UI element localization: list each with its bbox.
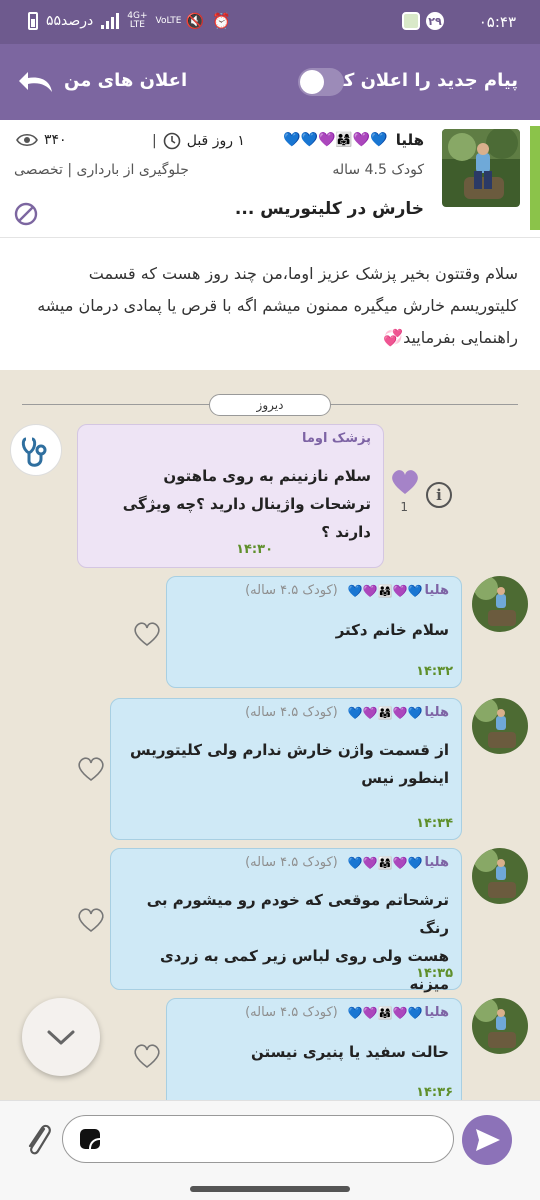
status-bar: ۰۵:۴۳ ۲۹ ۵۵درصد 4G+ LTE VoLTE 🔇 ⏰ xyxy=(0,0,540,44)
battery-text: ۵۵درصد xyxy=(46,13,94,29)
network-indicator: 4G+ LTE xyxy=(127,11,148,30)
system-nav-bar xyxy=(0,1180,540,1200)
user-message-bubble[interactable]: هلیا 💙💜👨‍👩‍👧💜💙 (کودک ۴.۵ ساله) سلام خانم… xyxy=(166,576,462,688)
stethoscope-icon xyxy=(21,437,47,467)
question-category: جلوگیری از بارداری | تخصصی xyxy=(14,162,189,178)
question-title: خارش در کلیتوریس ... xyxy=(234,199,424,219)
app-header: پیام جدید را اعلان کن اعلان های من xyxy=(0,44,540,120)
heart-icon[interactable] xyxy=(76,755,106,783)
question-time: ۱ روز قبل | xyxy=(152,132,245,150)
user-message-bubble[interactable]: هلیا 💙💜👨‍👩‍👧💜💙 (کودک ۴.۵ ساله) از قسمت و… xyxy=(110,698,462,840)
signal-icon xyxy=(101,13,120,29)
sender-line: هلیا 💙💜👨‍👩‍👧💜💙 (کودک ۴.۵ ساله) xyxy=(245,855,449,870)
notification-count-badge: ۲۹ xyxy=(426,12,444,30)
volte-indicator: VoLTE xyxy=(155,15,182,26)
doctor-message-bubble[interactable]: پزشک اوما سلام نازنینم به روی ماهتون ترش… xyxy=(77,424,384,568)
status-time: ۰۵:۴۳ xyxy=(478,13,516,31)
question-username: هلیا 💙💜👨‍👩‍👧💜💙💙 xyxy=(283,131,424,149)
notify-toggle[interactable] xyxy=(298,68,344,96)
user-message-bubble[interactable]: هلیا 💙💜👨‍👩‍👧💜💙 (کودک ۴.۵ ساله) حالت سفید… xyxy=(166,998,462,1100)
message-text: ترشحاتم موقعی که خودم رو میشورم بی رنگ xyxy=(146,891,449,937)
message-time: ۱۴:۳۶ xyxy=(416,1085,453,1100)
my-notifications-link[interactable]: اعلان های من xyxy=(64,70,187,91)
message-text: از قسمت واژن خارش ندارم ولی کلیتوریس xyxy=(130,741,449,759)
message-text: هست ولی روی لباس زیر کمی به زردی میزنه xyxy=(159,947,449,993)
user-avatar[interactable] xyxy=(472,998,528,1054)
new-message-label: پیام جدید را اعلان کن xyxy=(327,70,518,91)
sender-line: هلیا 💙💜👨‍👩‍👧💜💙 (کودک ۴.۵ ساله) xyxy=(245,1005,449,1020)
chevron-down-icon xyxy=(47,1030,75,1045)
like-count: 1 xyxy=(400,500,408,514)
scroll-down-button[interactable] xyxy=(22,998,100,1076)
message-time: ۱۴:۳۰ xyxy=(236,542,273,557)
send-button[interactable] xyxy=(462,1115,512,1165)
question-body: سلام وقتتون بخیر پزشک عزیز اوما،من چند ر… xyxy=(0,238,540,370)
sender-line: هلیا 💙💜👨‍👩‍👧💜💙 (کودک ۴.۵ ساله) xyxy=(245,705,449,720)
message-input[interactable] xyxy=(62,1115,454,1163)
message-text: حالت سفید یا پنیری نیستن xyxy=(250,1043,449,1061)
question-age: کودک 4.5 ساله xyxy=(332,162,424,178)
question-views: ۳۴۰ xyxy=(16,132,67,148)
message-time: ۱۴:۳۵ xyxy=(416,966,453,981)
doctor-avatar[interactable] xyxy=(10,424,62,476)
app-notification-icon xyxy=(402,12,420,30)
message-input-bar xyxy=(0,1100,540,1180)
date-label: دیروز xyxy=(209,394,331,416)
user-avatar[interactable] xyxy=(472,848,528,904)
sticker-icon[interactable] xyxy=(79,1128,101,1150)
message-text: اینطور نیس xyxy=(361,769,449,787)
message-text: سلام نازنینم به روی ماهتون xyxy=(163,467,371,485)
sender-line: هلیا 💙💜👨‍👩‍👧💜💙 (کودک ۴.۵ ساله) xyxy=(245,583,449,598)
block-icon[interactable] xyxy=(14,202,38,226)
clock-icon xyxy=(163,132,181,150)
paperclip-icon[interactable] xyxy=(24,1119,54,1161)
battery-icon xyxy=(28,12,38,30)
message-time: ۱۴:۳۴ xyxy=(416,816,453,831)
eye-icon xyxy=(16,133,38,147)
heart-icon[interactable] xyxy=(132,620,162,648)
info-icon[interactable]: i xyxy=(426,482,452,508)
chat-area[interactable]: دیروز پزشک اوما سلام نازنینم به روی ماهت… xyxy=(0,370,540,1100)
question-card[interactable]: هلیا 💙💜👨‍👩‍👧💜💙💙 کودک 4.5 ساله خارش در کل… xyxy=(0,120,540,238)
heart-icon[interactable] xyxy=(76,906,106,934)
send-icon xyxy=(476,1129,500,1151)
message-time: ۱۴:۳۲ xyxy=(416,664,453,679)
user-avatar[interactable] xyxy=(472,698,528,754)
message-text: سلام خانم دکتر xyxy=(335,621,449,639)
alarm-icon: ⏰ xyxy=(212,12,231,30)
user-message-bubble[interactable]: هلیا 💙💜👨‍👩‍👧💜💙 (کودک ۴.۵ ساله) ترشحاتم م… xyxy=(110,848,462,993)
message-text: ترشحات واژینال دارید ؟چه ویژگی دارند ؟ xyxy=(122,495,371,541)
heart-icon[interactable] xyxy=(132,1042,162,1070)
heart-icon[interactable] xyxy=(390,468,420,496)
status-strip xyxy=(530,126,540,230)
toggle-knob xyxy=(300,70,324,94)
mute-icon: 🔇 xyxy=(185,12,205,30)
back-arrow-icon[interactable] xyxy=(16,66,56,98)
question-avatar[interactable] xyxy=(442,129,520,207)
doctor-name: پزشک اوما xyxy=(301,431,371,446)
heart-emojis: 💙💜👨‍👩‍👧💜💙💙 xyxy=(283,132,388,148)
user-avatar[interactable] xyxy=(472,576,528,632)
home-indicator[interactable] xyxy=(190,1186,350,1192)
